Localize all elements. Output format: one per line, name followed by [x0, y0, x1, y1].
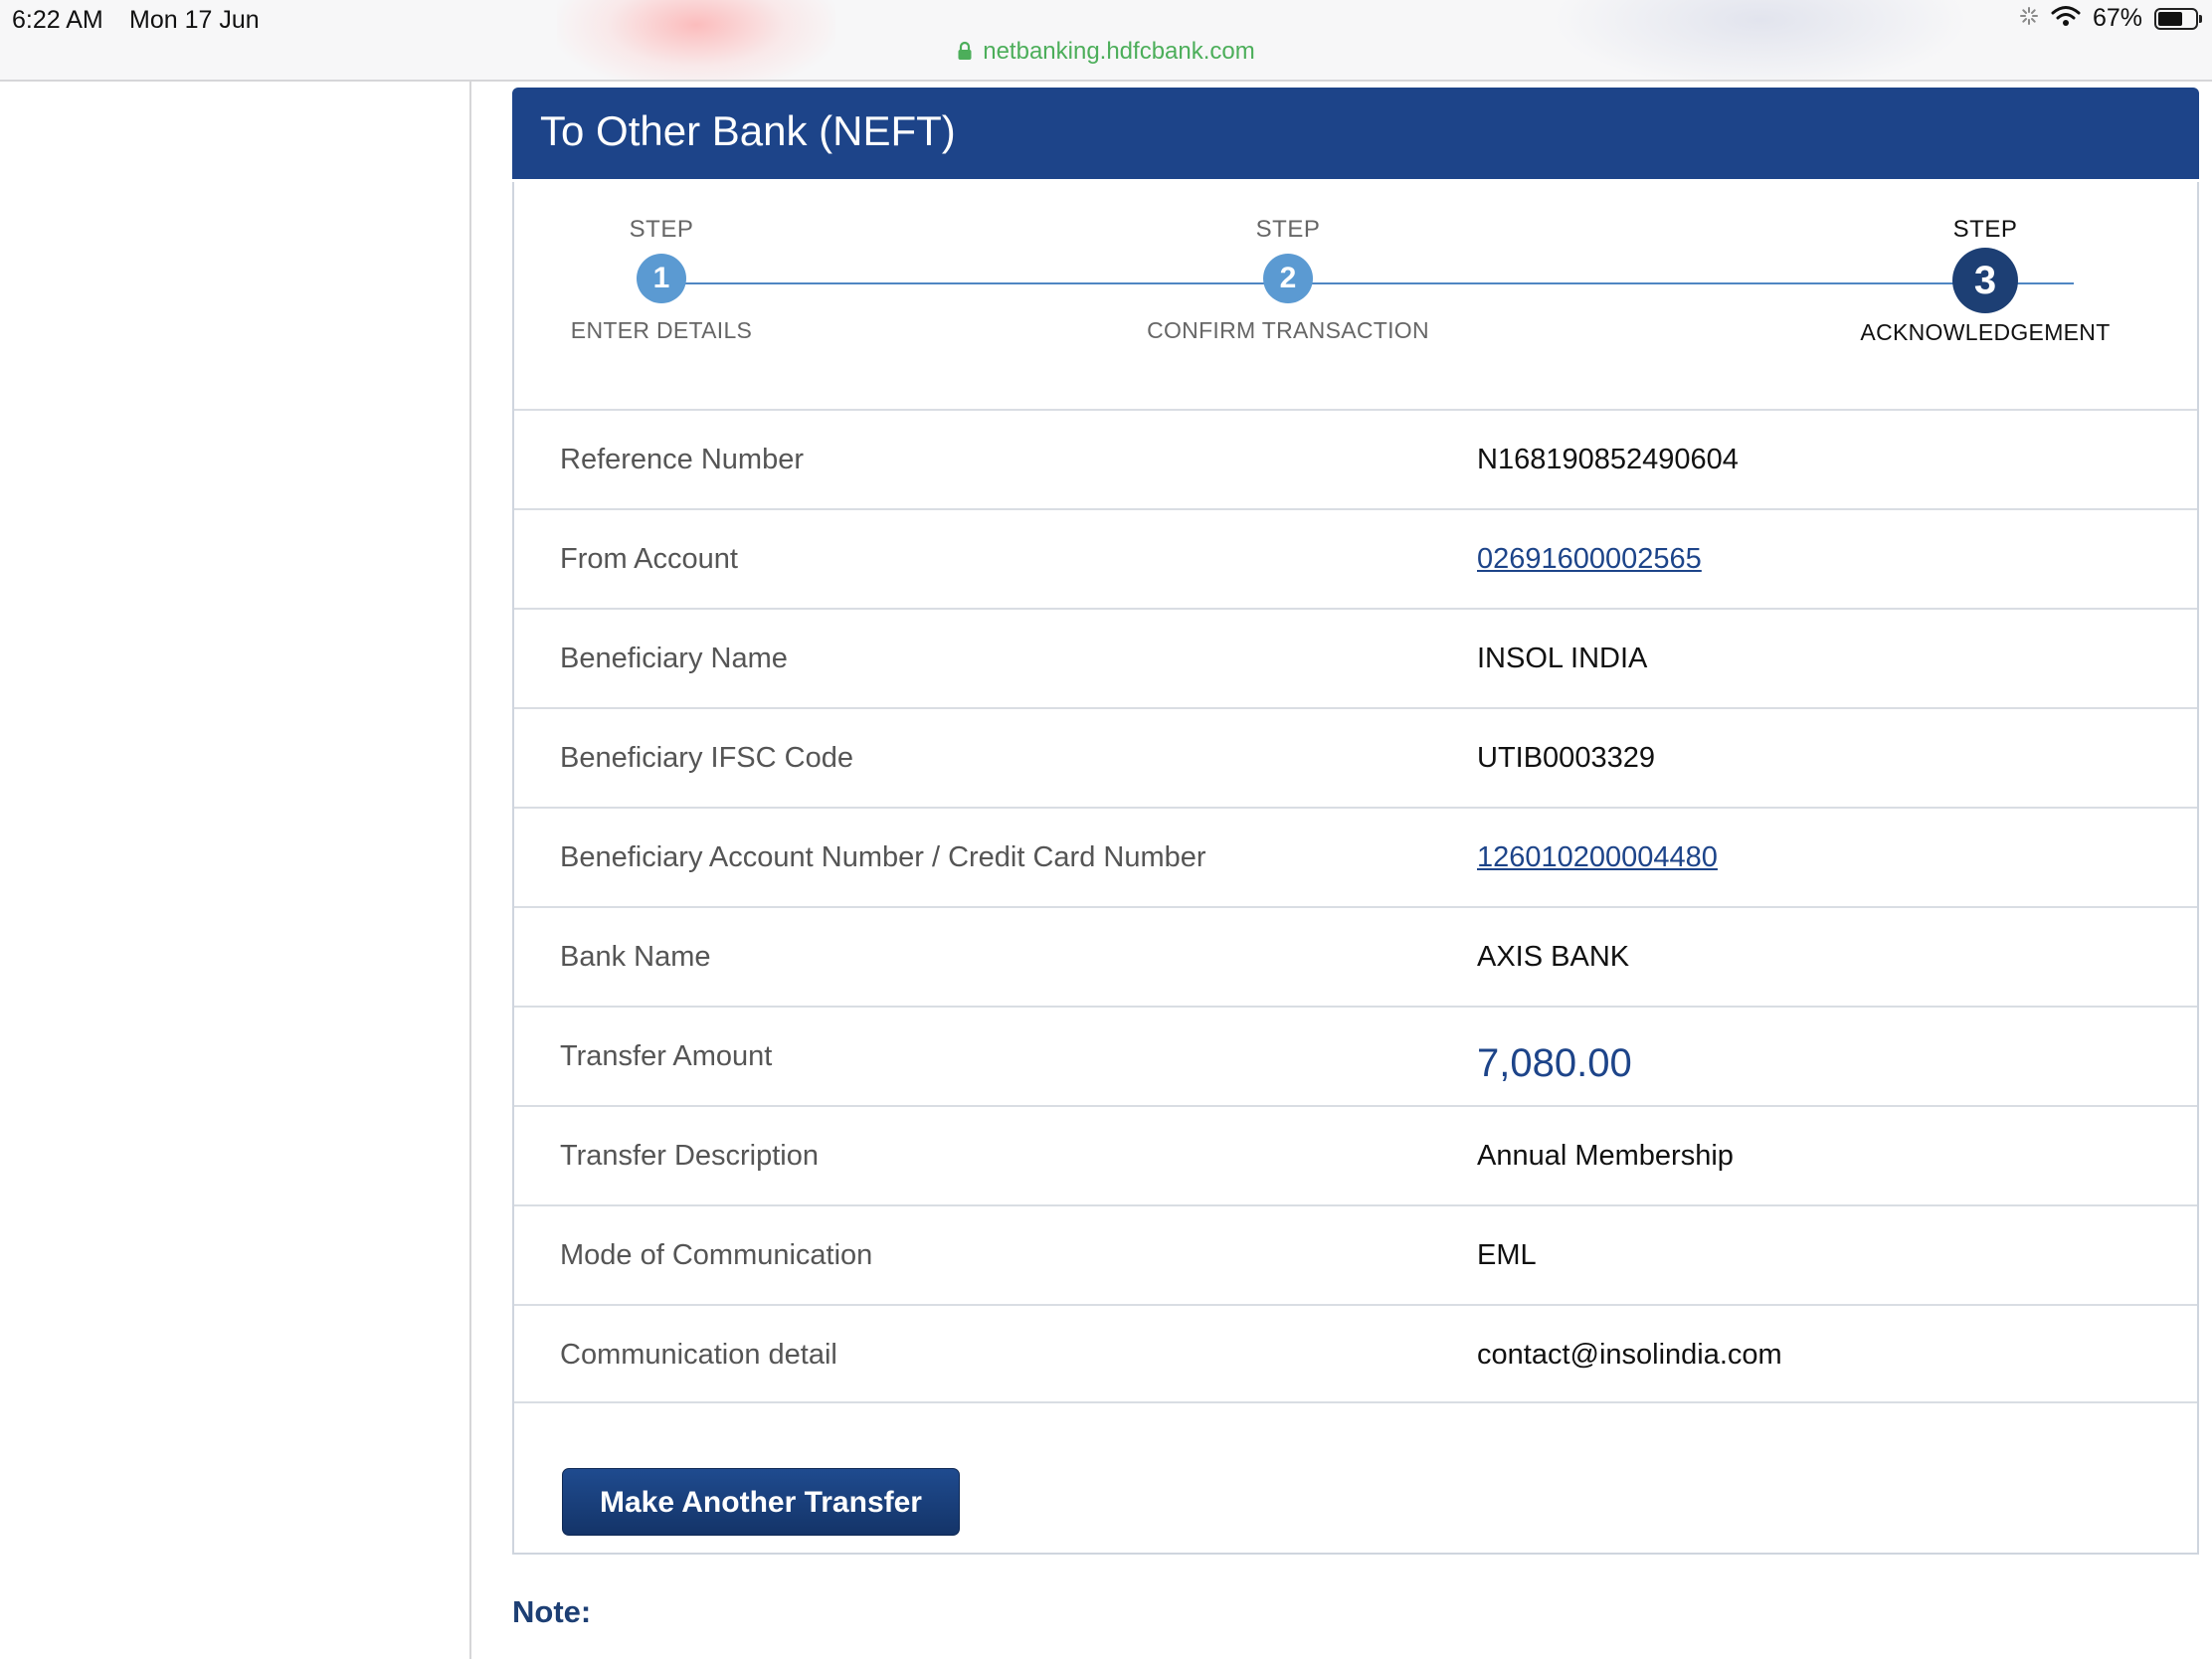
detail-value: INSOL INDIA [1477, 643, 1648, 674]
from-account-link[interactable]: 02691600002565 [1477, 543, 1702, 576]
step-label: STEP [1255, 216, 1321, 243]
detail-label: Transfer Amount [560, 1040, 773, 1072]
step-3: STEP 3 ACKNOWLEDGEMENT [1816, 216, 2154, 346]
detail-value: EML [1477, 1239, 1537, 1271]
transaction-details: Reference Number N168190852490604 From A… [514, 409, 2197, 1403]
panel-body: STEP 1 ENTER DETAILS STEP 2 CONFIRM TRAN… [512, 182, 2199, 1555]
step-name: ENTER DETAILS [570, 317, 753, 343]
detail-label: From Account [560, 543, 738, 575]
detail-label: Bank Name [560, 941, 711, 973]
detail-row-mode-of-communication: Mode of Communication EML [514, 1204, 2197, 1304]
detail-row-beneficiary-account: Beneficiary Account Number / Credit Card… [514, 807, 2197, 906]
detail-row-ifsc-code: Beneficiary IFSC Code UTIB0003329 [514, 707, 2197, 807]
status-indicators: 67% [2019, 4, 2202, 33]
left-sidebar [0, 82, 471, 1659]
activity-spinner-icon [2019, 6, 2039, 31]
status-time: 6:22 AM [12, 6, 103, 34]
detail-label: Beneficiary IFSC Code [560, 742, 853, 774]
status-date: Mon 17 Jun [129, 6, 260, 34]
detail-value: UTIB0003329 [1477, 742, 1655, 774]
page-title: To Other Bank (NEFT) [540, 107, 956, 154]
address-bar[interactable]: netbanking.hdfcbank.com [0, 38, 2212, 68]
transfer-amount-value: 7,080.00 [1477, 1041, 1632, 1085]
step-number-circle: 1 [637, 254, 686, 303]
note-heading: Note: [512, 1594, 592, 1629]
panel-header: To Other Bank (NEFT) [512, 88, 2199, 179]
detail-label: Communication detail [560, 1339, 837, 1371]
detail-label: Beneficiary Account Number / Credit Card… [560, 841, 1206, 873]
step-label: STEP [1952, 216, 2018, 243]
step-number-circle: 2 [1263, 254, 1313, 303]
step-name: CONFIRM TRANSACTION [1147, 317, 1429, 343]
detail-row-communication-detail: Communication detail contact@insolindia.… [514, 1304, 2197, 1403]
beneficiary-account-link[interactable]: 126010200004480 [1477, 841, 1718, 874]
detail-value: Annual Membership [1477, 1140, 1734, 1172]
step-name: ACKNOWLEDGEMENT [1860, 319, 2111, 345]
detail-label: Transfer Description [560, 1140, 820, 1172]
wifi-icon [2051, 5, 2081, 32]
detail-label: Reference Number [560, 444, 804, 475]
make-another-transfer-button[interactable]: Make Another Transfer [562, 1468, 960, 1536]
detail-row-transfer-amount: Transfer Amount 7,080.00 [514, 1006, 2197, 1105]
battery-percent: 67% [2092, 4, 2142, 32]
battery-fill [2158, 11, 2183, 26]
status-bar: 6:22 AM Mon 17 Jun netbanking.hdfcbank.c… [0, 0, 2212, 82]
step-progress: STEP 1 ENTER DETAILS STEP 2 CONFIRM TRAN… [514, 182, 2197, 411]
detail-row-from-account: From Account 02691600002565 [514, 508, 2197, 608]
detail-label: Beneficiary Name [560, 643, 788, 674]
step-number-circle: 3 [1952, 248, 2018, 313]
detail-label: Mode of Communication [560, 1239, 873, 1271]
step-label: STEP [629, 216, 694, 243]
detail-row-bank-name: Bank Name AXIS BANK [514, 906, 2197, 1006]
detail-row-transfer-description: Transfer Description Annual Membership [514, 1105, 2197, 1204]
address-bar-url: netbanking.hdfcbank.com [983, 38, 1255, 65]
battery-icon [2154, 7, 2202, 30]
detail-value: N168190852490604 [1477, 444, 1739, 475]
detail-value: contact@insolindia.com [1477, 1339, 1782, 1371]
detail-row-reference-number: Reference Number N168190852490604 [514, 409, 2197, 508]
step-2: STEP 2 CONFIRM TRANSACTION [1119, 216, 1457, 344]
detail-value: AXIS BANK [1477, 941, 1630, 973]
detail-row-beneficiary-name: Beneficiary Name INSOL INDIA [514, 608, 2197, 707]
lock-icon [957, 40, 973, 68]
step-1: STEP 1 ENTER DETAILS [492, 216, 830, 344]
